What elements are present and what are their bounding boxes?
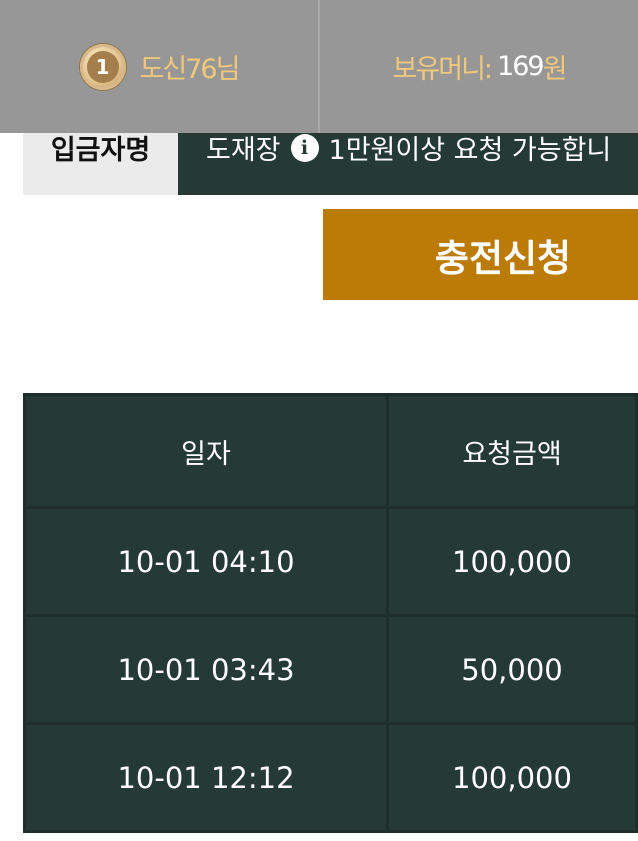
user-info: 1 도신76님: [0, 0, 320, 133]
column-header-date: 일자: [23, 393, 389, 509]
top-info-bar: 1 도신76님 보유머니: 169 원: [0, 0, 638, 133]
minimum-notice: 1만원이상 요청 가능합니: [328, 135, 612, 166]
row-date: 10-01 03:43: [23, 614, 389, 725]
table-row: 10-01 04:10 100,000: [23, 506, 638, 617]
row-amount: 50,000: [386, 614, 638, 725]
user-name: 도신76님: [139, 54, 241, 85]
column-header-amount: 요청금액: [386, 393, 638, 509]
level-badge-icon: 1: [79, 43, 126, 90]
row-amount: 100,000: [386, 722, 638, 833]
info-icon: i: [290, 133, 319, 162]
charge-request-button[interactable]: 충전신청: [323, 209, 638, 300]
row-date: 10-01 04:10: [23, 506, 389, 617]
money-unit: 원: [542, 54, 568, 85]
level-number: 1: [86, 50, 119, 83]
table-header-row: 일자 요청금액: [23, 393, 638, 509]
row-amount: 100,000: [386, 506, 638, 617]
row-date: 10-01 12:12: [23, 722, 389, 833]
money-info: 보유머니: 169 원: [320, 0, 638, 133]
depositor-name: 도재장: [206, 135, 281, 166]
money-value: 169: [497, 51, 545, 82]
table-row: 10-01 12:12 100,000: [23, 722, 638, 833]
money-label: 보유머니:: [392, 54, 493, 85]
charge-history-table: 일자 요청금액 10-01 04:10 100,000 10-01 03:43 …: [23, 393, 638, 833]
table-row: 10-01 03:43 50,000: [23, 614, 638, 725]
